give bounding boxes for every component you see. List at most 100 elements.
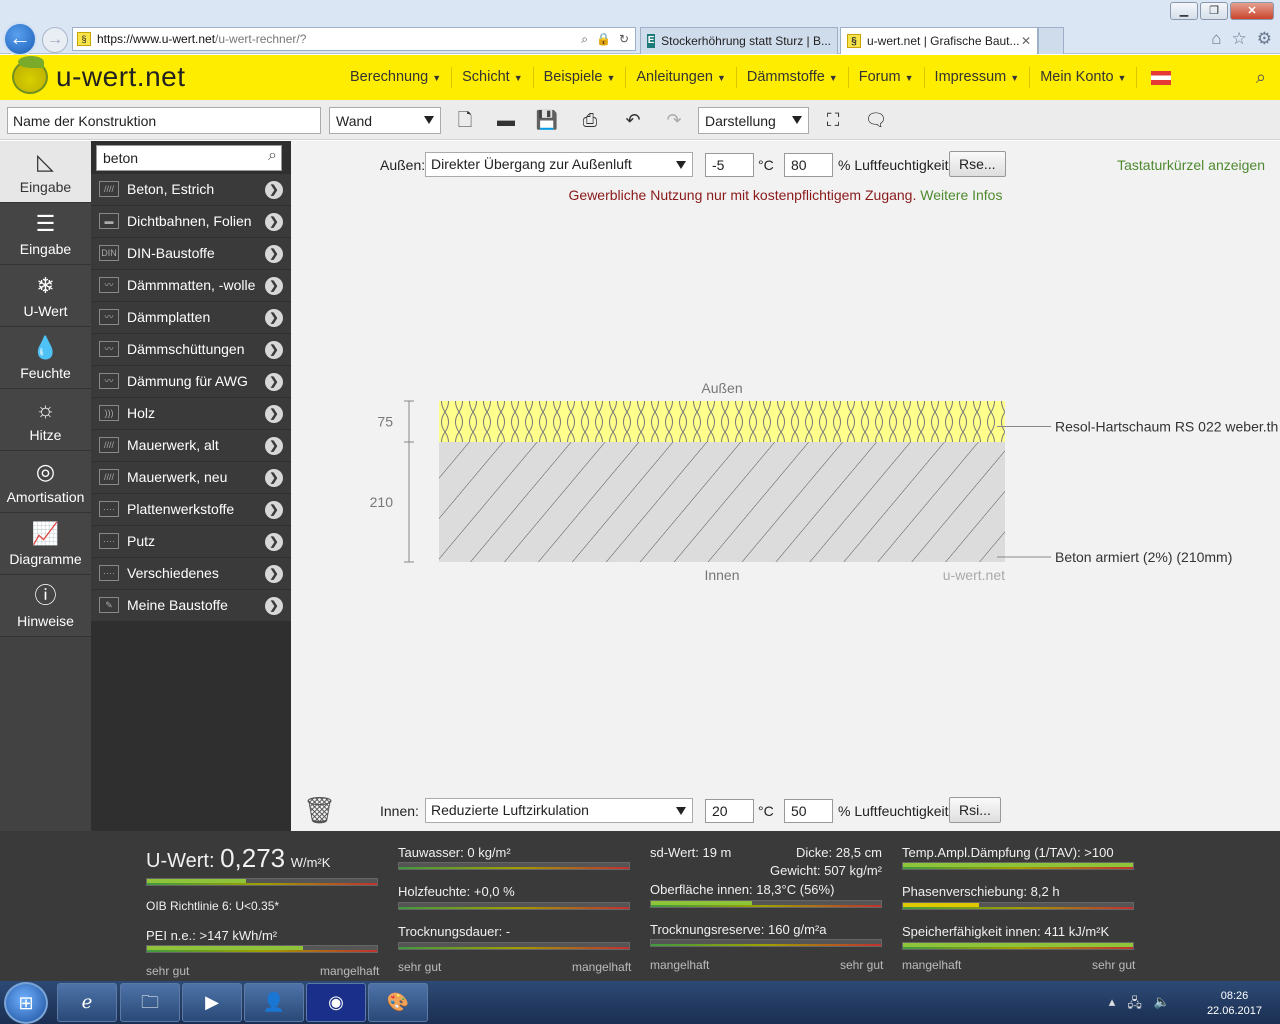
settings-gear-icon[interactable]: ⚙ (1257, 29, 1272, 49)
chevron-right-icon[interactable]: ❯ (265, 501, 283, 519)
rse-button[interactable]: Rse... (949, 151, 1006, 177)
inner-transition-select[interactable]: Reduzierte Luftzirkulation (425, 798, 693, 823)
network-icon[interactable]: 🖧 (1127, 994, 1142, 1016)
home-icon[interactable]: ⌂ (1211, 29, 1221, 49)
material-category-item[interactable]: 〰 Dämmmatten, -wolle ❯ (91, 270, 291, 301)
material-category-item[interactable]: ···· Verschiedenes ❯ (91, 558, 291, 589)
explorer-folder-icon[interactable]: 🗀 (120, 983, 180, 1022)
minimize-icon[interactable]: ▁ (1170, 2, 1198, 20)
search-icon[interactable]: ⌕ (268, 147, 277, 165)
sidebar-item-feuchte[interactable]: 💧 Feuchte (0, 327, 91, 389)
construction-name-input[interactable]: Name der Konstruktion (7, 107, 321, 134)
nav-item[interactable]: Berechnung ▼ (340, 67, 453, 88)
new-tab-button[interactable] (1038, 27, 1064, 54)
back-arrow-icon[interactable]: ← (3, 22, 37, 56)
comment-icon[interactable]: 🗨 (864, 108, 888, 132)
chevron-right-icon[interactable]: ❯ (265, 597, 283, 615)
commercial-notice: Gewerbliche Nutzung nur mit kostenpflich… (291, 187, 1280, 203)
material-category-item[interactable]: //// Mauerwerk, alt ❯ (91, 430, 291, 461)
address-bar[interactable]: § https://www.u-wert.net/u-wert-rechner/… (72, 27, 636, 51)
refresh-icon[interactable]: ↻ (619, 32, 629, 47)
u-value-label: U-Wert: (146, 850, 215, 872)
sidebar-item-eingabe[interactable]: ☰ Eingabe (0, 203, 91, 265)
sidebar-item-eingabe[interactable]: ◺ Eingabe (0, 141, 91, 203)
notice-link[interactable]: Weitere Infos (920, 187, 1002, 203)
inner-temp-input[interactable]: 20 (705, 799, 754, 823)
material-search-input[interactable]: beton ⌕ (96, 145, 282, 171)
chevron-right-icon[interactable]: ❯ (265, 181, 283, 199)
material-category-item[interactable]: ✎ Meine Baustoffe ❯ (91, 590, 291, 621)
search-icon[interactable]: ⌕ (581, 32, 588, 47)
volume-icon[interactable]: 🔈 (1154, 994, 1170, 1016)
eye-app-icon[interactable]: ◉ (306, 983, 366, 1022)
inner-humidity-input[interactable]: 50 (784, 799, 833, 823)
chevron-right-icon[interactable]: ❯ (265, 277, 283, 295)
trash-icon[interactable]: 🗑 (303, 795, 336, 826)
chevron-right-icon[interactable]: ❯ (265, 309, 283, 327)
open-folder-icon[interactable]: ▬ (494, 108, 518, 132)
shortcut-link[interactable]: Tastaturkürzel anzeigen (1117, 157, 1265, 173)
forward-arrow-icon[interactable]: → (42, 27, 68, 53)
chevron-right-icon[interactable]: ❯ (265, 405, 283, 423)
nav-item[interactable]: Impressum ▼ (925, 67, 1031, 88)
outer-humidity-input[interactable]: 80 (784, 153, 833, 177)
windows-start-icon[interactable]: ⊞ (4, 982, 48, 1024)
nav-item[interactable]: Schicht ▼ (452, 67, 534, 88)
chevron-right-icon[interactable]: ❯ (265, 213, 283, 231)
chevron-right-icon[interactable]: ❯ (265, 245, 283, 263)
language-flag-icon[interactable] (1151, 70, 1172, 85)
lock-icon[interactable]: 🔒 (596, 32, 611, 47)
sidebar-item-hitze[interactable]: ☼ Hitze (0, 389, 91, 451)
material-category-item[interactable]: //// Mauerwerk, neu ❯ (91, 462, 291, 493)
nav-item[interactable]: Anleitungen ▼ (626, 67, 737, 88)
material-category-item[interactable]: 〰 Dämmplatten ❯ (91, 302, 291, 333)
nav-item[interactable]: Beispiele ▼ (534, 67, 627, 88)
material-category-item[interactable]: //// Beton, Estrich ❯ (91, 174, 291, 205)
close-window-icon[interactable]: ✕ (1230, 2, 1274, 20)
outer-transition-select[interactable]: Direkter Übergang zur Außenluft (425, 152, 693, 177)
tray-expand-icon[interactable]: ▴ (1109, 994, 1116, 1016)
chevron-right-icon[interactable]: ❯ (265, 437, 283, 455)
outer-temp-input[interactable]: -5 (705, 153, 754, 177)
chevron-right-icon[interactable]: ❯ (265, 469, 283, 487)
rsi-button[interactable]: Rsi... (949, 797, 1001, 823)
ie-icon[interactable]: ℯ (57, 983, 117, 1022)
nav-item[interactable]: Forum ▼ (849, 67, 925, 88)
favorites-star-icon[interactable]: ☆ (1232, 29, 1247, 49)
media-player-icon[interactable]: ▶ (182, 983, 242, 1022)
sidebar-item-u-wert[interactable]: ❄ U-Wert (0, 265, 91, 327)
fullscreen-icon[interactable]: ⛶ (821, 108, 845, 132)
material-category-item[interactable]: ))) Holz ❯ (91, 398, 291, 429)
tab-close-icon[interactable]: ✕ (1021, 34, 1031, 48)
save-icon[interactable]: 💾 (535, 108, 559, 132)
construction-type-select[interactable]: Wand (329, 107, 441, 134)
paint-icon[interactable]: 🎨 (368, 983, 428, 1022)
browser-tab[interactable]: E Stockerhöhrung statt Sturz | B... (640, 27, 838, 54)
nav-item[interactable]: Mein Konto ▼ (1030, 67, 1138, 88)
sidebar-item-hinweise[interactable]: ⓘ Hinweise (0, 575, 91, 637)
material-category-item[interactable]: ···· Putz ❯ (91, 526, 291, 557)
clock[interactable]: 08:26 22.06.2017 (1207, 989, 1262, 1019)
restore-icon[interactable]: ❐ (1200, 2, 1228, 20)
material-category-item[interactable]: 〰 Dämmung für AWG ❯ (91, 366, 291, 397)
browser-tab-active[interactable]: § u-wert.net | Grafische Baut... ✕ (840, 27, 1038, 54)
user-app-icon[interactable]: 👤 (244, 983, 304, 1022)
redo-icon[interactable]: ↷ (662, 108, 686, 132)
chevron-right-icon[interactable]: ❯ (265, 533, 283, 551)
sidebar-item-amortisation[interactable]: ◎ Amortisation (0, 451, 91, 513)
material-category-item[interactable]: DIN DIN-Baustoffe ❯ (91, 238, 291, 269)
pdf-icon[interactable]: ⎙ (578, 108, 602, 132)
search-icon[interactable]: ⌕ (1256, 67, 1266, 88)
sidebar-item-diagramme[interactable]: 📈 Diagramme (0, 513, 91, 575)
chevron-right-icon[interactable]: ❯ (265, 373, 283, 391)
chevron-right-icon[interactable]: ❯ (265, 565, 283, 583)
nav-item[interactable]: Dämmstoffe ▼ (737, 67, 849, 88)
undo-icon[interactable]: ↶ (621, 108, 645, 132)
material-category-item[interactable]: 〰 Dämmschüttungen ❯ (91, 334, 291, 365)
chevron-right-icon[interactable]: ❯ (265, 341, 283, 359)
logo[interactable]: u-wert.net (12, 56, 186, 94)
material-category-item[interactable]: ▬ Dichtbahnen, Folien ❯ (91, 206, 291, 237)
new-document-icon[interactable]: 🗋 (453, 108, 477, 132)
material-category-item[interactable]: ···· Plattenwerkstoffe ❯ (91, 494, 291, 525)
view-select[interactable]: Darstellung (698, 107, 809, 134)
